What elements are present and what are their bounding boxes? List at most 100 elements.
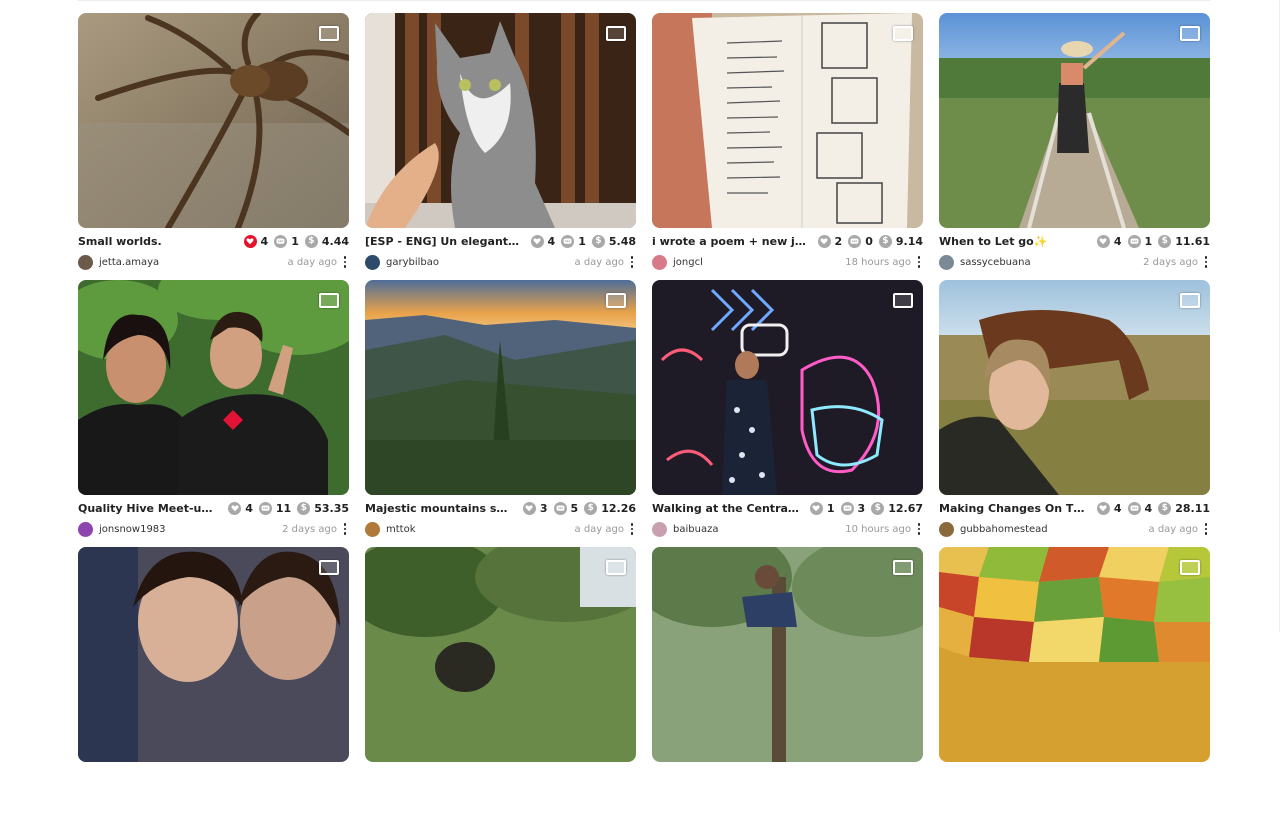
more-vertical-icon[interactable] bbox=[628, 255, 636, 269]
post-card[interactable]: When to Let go✨ 4 1 $ 11.61 sassycebuana… bbox=[939, 13, 1210, 280]
chat-bubble-icon[interactable] bbox=[258, 501, 272, 515]
post-thumbnail[interactable] bbox=[939, 280, 1210, 495]
dollar-coin-icon[interactable]: $ bbox=[871, 501, 885, 515]
heart-icon[interactable] bbox=[243, 234, 257, 248]
payout-stat[interactable]: $ 53.35 bbox=[297, 501, 349, 515]
comment-stat[interactable]: 11 bbox=[258, 501, 291, 515]
post-title[interactable]: i wrote a poem + new journal ... bbox=[652, 235, 808, 248]
avatar[interactable] bbox=[365, 521, 380, 537]
post-title[interactable]: [ESP - ENG] Un elegante gato ... bbox=[365, 235, 521, 248]
comment-stat[interactable]: 0 bbox=[848, 234, 873, 248]
heart-icon[interactable] bbox=[228, 501, 242, 515]
post-thumbnail[interactable] bbox=[652, 13, 923, 228]
like-stat[interactable]: 4 bbox=[243, 234, 268, 248]
more-vertical-icon[interactable] bbox=[341, 522, 349, 536]
post-title[interactable]: Quality Hive Meet-up with ... bbox=[78, 502, 218, 515]
chat-bubble-icon[interactable] bbox=[848, 234, 862, 248]
post-card[interactable]: Quality Hive Meet-up with ... 4 11 $ 5 bbox=[78, 280, 349, 547]
more-vertical-icon[interactable] bbox=[1202, 522, 1210, 536]
post-thumbnail[interactable] bbox=[939, 13, 1210, 228]
avatar[interactable] bbox=[652, 254, 667, 270]
heart-icon[interactable] bbox=[530, 234, 544, 248]
post-title[interactable]: When to Let go✨ bbox=[939, 235, 1087, 248]
dollar-coin-icon[interactable]: $ bbox=[878, 234, 892, 248]
post-card[interactable] bbox=[939, 547, 1210, 814]
payout-stat[interactable]: $ 11.61 bbox=[1158, 234, 1210, 248]
like-stat[interactable]: 4 bbox=[228, 501, 253, 515]
post-card[interactable]: Making Changes On The Ho... 4 4 $ 28.1 bbox=[939, 280, 1210, 547]
author-name[interactable]: garybilbao bbox=[386, 257, 575, 268]
post-card[interactable] bbox=[78, 547, 349, 814]
comment-stat[interactable]: 5 bbox=[553, 501, 578, 515]
post-card[interactable] bbox=[365, 547, 636, 814]
post-thumbnail[interactable] bbox=[652, 280, 923, 495]
dollar-coin-icon[interactable]: $ bbox=[1158, 234, 1172, 248]
post-title[interactable]: Making Changes On The Ho... bbox=[939, 502, 1087, 515]
dollar-coin-icon[interactable]: $ bbox=[304, 234, 318, 248]
chat-bubble-icon[interactable] bbox=[840, 501, 854, 515]
like-stat[interactable]: 1 bbox=[809, 501, 835, 515]
post-card[interactable]: Small worlds. 4 1 $ 4.44 jetta.amaya a d… bbox=[78, 13, 349, 280]
author-name[interactable]: baibuaza bbox=[673, 524, 845, 535]
post-thumbnail[interactable] bbox=[365, 280, 636, 495]
author-name[interactable]: jonsnow1983 bbox=[99, 524, 282, 535]
post-title[interactable]: Walking at the Central Depa... bbox=[652, 502, 800, 515]
post-thumbnail[interactable] bbox=[365, 13, 636, 228]
more-vertical-icon[interactable] bbox=[1202, 255, 1210, 269]
avatar[interactable] bbox=[365, 254, 380, 270]
post-card[interactable]: Majestic mountains seen fro... 3 5 $ 1 bbox=[365, 280, 636, 547]
more-vertical-icon[interactable] bbox=[915, 255, 923, 269]
like-stat[interactable]: 4 bbox=[1096, 234, 1122, 248]
payout-stat[interactable]: $ 9.14 bbox=[878, 234, 923, 248]
payout-stat[interactable]: $ 28.11 bbox=[1158, 501, 1210, 515]
dollar-coin-icon[interactable]: $ bbox=[591, 234, 605, 248]
more-vertical-icon[interactable] bbox=[341, 255, 349, 269]
heart-icon[interactable] bbox=[522, 501, 536, 515]
comment-stat[interactable]: 3 bbox=[840, 501, 865, 515]
payout-stat[interactable]: $ 4.44 bbox=[304, 234, 349, 248]
payout-stat[interactable]: $ 12.67 bbox=[871, 501, 923, 515]
heart-icon[interactable] bbox=[817, 234, 831, 248]
post-title[interactable]: Small worlds. bbox=[78, 235, 234, 248]
heart-icon[interactable] bbox=[809, 501, 823, 515]
post-thumbnail[interactable] bbox=[365, 547, 636, 762]
dollar-coin-icon[interactable]: $ bbox=[584, 501, 598, 515]
dollar-coin-icon[interactable]: $ bbox=[1158, 501, 1172, 515]
like-stat[interactable]: 4 bbox=[530, 234, 555, 248]
post-thumbnail[interactable] bbox=[652, 547, 923, 762]
post-thumbnail[interactable] bbox=[78, 547, 349, 762]
heart-icon[interactable] bbox=[1096, 234, 1110, 248]
chat-bubble-icon[interactable] bbox=[1127, 234, 1141, 248]
like-stat[interactable]: 2 bbox=[817, 234, 842, 248]
like-stat[interactable]: 3 bbox=[522, 501, 548, 515]
avatar[interactable] bbox=[652, 521, 667, 537]
more-vertical-icon[interactable] bbox=[628, 522, 636, 536]
comment-stat[interactable]: 4 bbox=[1127, 501, 1152, 515]
author-name[interactable]: mttok bbox=[386, 524, 575, 535]
chat-bubble-icon[interactable] bbox=[274, 234, 288, 248]
avatar[interactable] bbox=[78, 254, 93, 270]
post-thumbnail[interactable] bbox=[939, 547, 1210, 762]
chat-bubble-icon[interactable] bbox=[1127, 501, 1141, 515]
chat-bubble-icon[interactable] bbox=[553, 501, 567, 515]
comment-stat[interactable]: 1 bbox=[274, 234, 299, 248]
payout-stat[interactable]: $ 12.26 bbox=[584, 501, 636, 515]
avatar[interactable] bbox=[78, 521, 93, 537]
heart-icon[interactable] bbox=[1096, 501, 1110, 515]
avatar[interactable] bbox=[939, 521, 954, 537]
like-stat[interactable]: 4 bbox=[1096, 501, 1122, 515]
more-vertical-icon[interactable] bbox=[915, 522, 923, 536]
post-thumbnail[interactable] bbox=[78, 280, 349, 495]
post-card[interactable]: Walking at the Central Depa... 1 3 $ 1 bbox=[652, 280, 923, 547]
author-name[interactable]: gubbahomestead bbox=[960, 524, 1149, 535]
comment-stat[interactable]: 1 bbox=[561, 234, 586, 248]
author-name[interactable]: sassycebuana bbox=[960, 257, 1143, 268]
post-card[interactable] bbox=[652, 547, 923, 814]
avatar[interactable] bbox=[939, 254, 954, 270]
payout-stat[interactable]: $ 5.48 bbox=[591, 234, 636, 248]
post-thumbnail[interactable] bbox=[78, 13, 349, 228]
post-title[interactable]: Majestic mountains seen fro... bbox=[365, 502, 513, 515]
post-card[interactable]: [ESP - ENG] Un elegante gato ... 4 1 $ bbox=[365, 13, 636, 280]
chat-bubble-icon[interactable] bbox=[561, 234, 575, 248]
post-card[interactable]: i wrote a poem + new journal ... 2 0 $ bbox=[652, 13, 923, 280]
